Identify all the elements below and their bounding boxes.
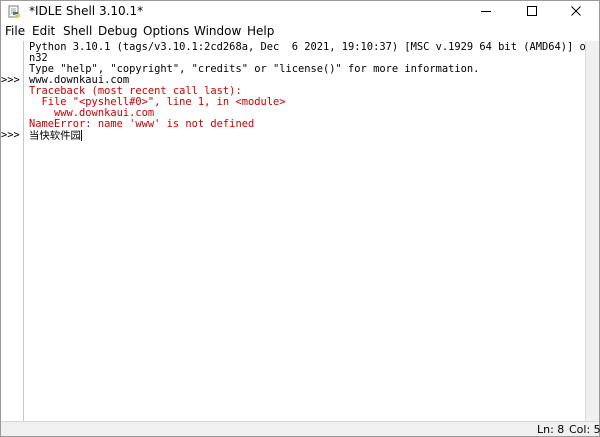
title-bar[interactable]: *IDLE Shell 3.10.1* [1,1,599,21]
close-icon [571,6,581,16]
menu-debug[interactable]: Debug [98,24,137,39]
menu-edit[interactable]: Edit [32,24,55,39]
idle-shell-window: *IDLE Shell 3.10.1* File Edit Shell Debu… [0,0,600,437]
maximize-button[interactable] [509,1,555,21]
status-bar: Ln: 8 Col: 5 [1,421,600,436]
menu-shell[interactable]: Shell [63,24,92,39]
menu-help[interactable]: Help [247,24,274,39]
prompt-gutter: >>> >>> [1,41,23,421]
column-indicator: Col: 5 [569,423,600,436]
menu-options[interactable]: Options [143,24,189,39]
shell-text-area[interactable]: Python 3.10.1 (tags/v3.10.1:2cd268a, Dec… [23,41,585,421]
menu-file[interactable]: File [5,24,25,39]
banner-line: Python 3.10.1 (tags/v3.10.1:2cd268a, Dec… [29,41,585,53]
text-cursor [80,130,82,141]
vertical-scrollbar[interactable] [585,41,599,421]
close-button[interactable] [553,1,599,21]
window-title: *IDLE Shell 3.10.1* [29,4,144,18]
minimize-icon [481,11,491,12]
current-input-text: 当快软件园 [29,130,81,142]
python-idle-icon [7,4,21,18]
maximize-icon [527,6,537,16]
prompt-marker: >>> [1,74,20,86]
menu-bar: File Edit Shell Debug Options Window Hel… [1,21,599,41]
prompt-marker: >>> [1,129,20,141]
error-message: NameError: name 'www' is not defined [29,118,255,130]
current-input-line[interactable]: 当快软件园 [29,130,82,142]
menu-window[interactable]: Window [194,24,241,39]
minimize-button[interactable] [463,1,509,21]
line-indicator: Ln: 8 [537,423,565,436]
